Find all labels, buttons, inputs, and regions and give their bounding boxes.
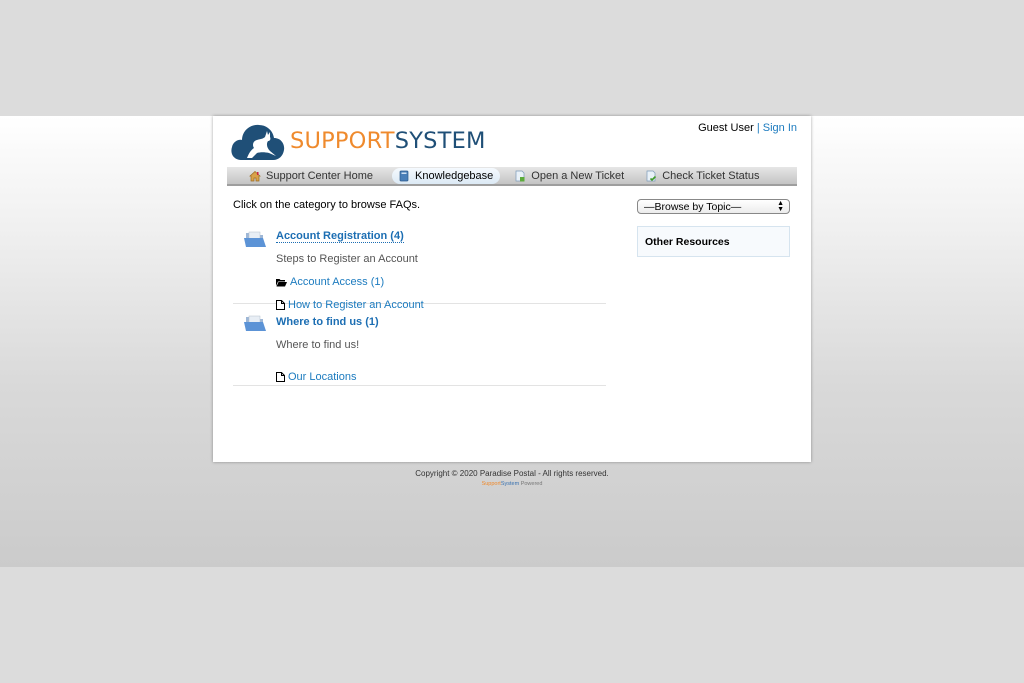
logo[interactable]: SUPPORTSYSTEM [230,120,486,162]
sign-in-link[interactable]: Sign In [763,122,797,134]
nav-label: Check Ticket Status [662,169,760,182]
powered-system: System [500,481,520,487]
category-description: Steps to Register an Account [276,253,418,265]
document-icon [276,372,285,382]
logo-text-system: SYSTEM [394,128,486,154]
category-link-account-registration[interactable]: Account Registration (4) [276,230,404,243]
powered-support: Support [481,481,501,487]
footer: Copyright © 2020 Paradise Postal - All r… [0,469,1024,487]
article-label: Our Locations [288,371,357,383]
guest-user-label: Guest User [698,122,754,134]
logo-text-support: SUPPORT [290,128,395,154]
page-container: SUPPORTSYSTEM Guest User | Sign In Suppo… [213,116,811,462]
nav-open-new-ticket[interactable]: Open a New Ticket [512,168,631,184]
subcategory-link-account-access[interactable]: Account Access (1) [276,276,606,288]
category-link-where-to-find-us[interactable]: Where to find us (1) [276,316,379,328]
select-arrows-icon: ▲ ▼ [777,199,784,213]
select-value: —Browse by Topic— [644,200,742,213]
nav-label: Open a New Ticket [531,169,625,182]
sidebar: —Browse by Topic— ▲ ▼ Other Resources [637,199,790,257]
faq-categories: Click on the category to browse FAQs. Ac… [233,199,606,386]
nav-label: Knowledgebase [415,169,494,182]
other-resources-title: Other Resources [645,236,730,248]
folder-icon [244,315,266,331]
copyright-text: Copyright © 2020 Paradise Postal - All r… [415,469,609,478]
separator: | [756,122,760,134]
nav-label: Support Center Home [266,169,373,182]
logo-text: SUPPORTSYSTEM [290,128,486,154]
new-ticket-icon [515,170,525,181]
nav-knowledgebase[interactable]: Knowledgebase [392,167,501,184]
other-resources-box: Other Resources [637,226,790,257]
kangaroo-cloud-icon [231,124,285,160]
subcategory-label: Account Access (1) [290,276,385,288]
folder-icon [244,231,266,247]
book-icon [399,170,409,181]
ticket-status-icon [646,170,657,181]
powered-label: Powered [520,481,543,487]
powered-by[interactable]: SupportSystem Powered [0,481,1024,487]
intro-text: Click on the category to browse FAQs. [233,199,421,211]
category-item: Where to find us (1) Where to find us! O… [233,304,606,386]
home-icon [249,170,261,181]
article-link-our-locations[interactable]: Our Locations [276,371,606,383]
browse-by-topic-select[interactable]: —Browse by Topic— ▲ ▼ [637,199,790,214]
folder-open-icon [276,278,287,286]
nav-support-center-home[interactable]: Support Center Home [247,168,380,184]
nav-check-ticket-status[interactable]: Check Ticket Status [643,168,766,184]
main-nav: Support Center Home Knowledgebase Open a… [227,167,797,186]
category-item: Account Registration (4) Steps to Regist… [233,220,606,311]
category-description: Where to find us! [276,339,360,351]
user-info: Guest User | Sign In [698,122,797,134]
